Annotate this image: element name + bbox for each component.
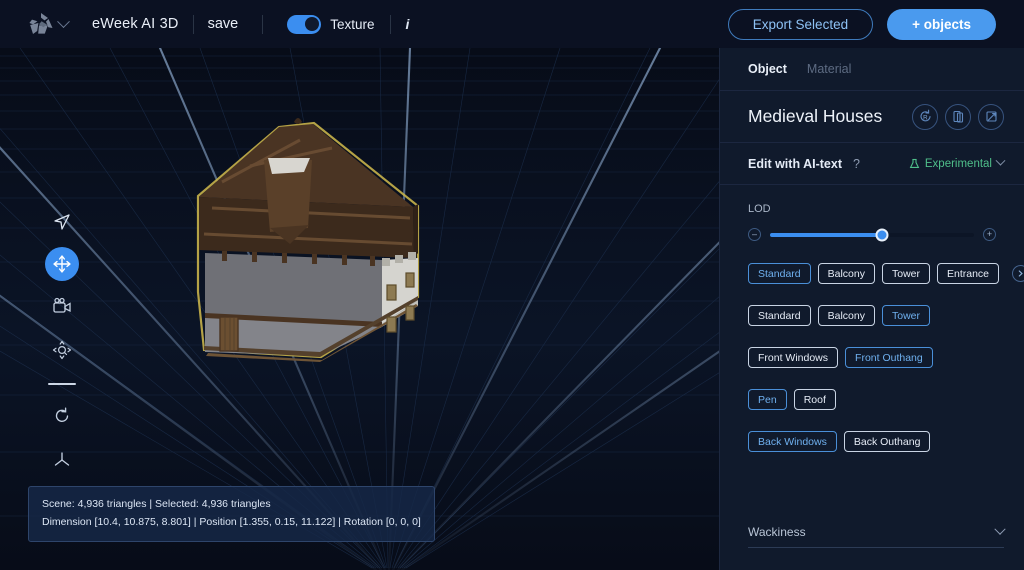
option-button[interactable]: Roof (793, 389, 836, 410)
lod-section: LOD – + (720, 185, 1024, 241)
texture-label: Texture (330, 16, 375, 32)
option-button[interactable]: Standard (748, 305, 811, 326)
rotate-tool-icon[interactable] (43, 397, 81, 435)
object-properties-panel: Object Material Medieval Houses R Edit w… (719, 48, 1024, 570)
minus-icon[interactable]: – (748, 228, 761, 241)
medieval-house-model[interactable] (182, 110, 442, 410)
add-objects-button[interactable]: + objects (887, 8, 996, 40)
flask-icon (909, 158, 920, 168)
top-bar: eWeek AI 3D save Texture i Export Select… (0, 0, 1024, 48)
chevron-down-icon (994, 523, 1006, 535)
tab-material[interactable]: Material (807, 62, 851, 76)
option-button[interactable]: Tower (881, 305, 930, 326)
status-line-triangles: Scene: 4,936 triangles | Selected: 4,936… (42, 498, 271, 511)
front-detail-row: Front Windows Front Outhang (748, 347, 1008, 368)
panel-tabs: Object Material (720, 48, 1024, 91)
reset-rotation-icon[interactable]: R (912, 103, 938, 130)
scale-tool-icon[interactable] (43, 331, 81, 369)
toolbar-divider (48, 383, 76, 385)
chevron-down-icon (995, 155, 1006, 166)
move-tool-icon[interactable] (45, 247, 79, 281)
ai-edit-row: Edit with AI-text ? Experimental (720, 143, 1024, 185)
experimental-dropdown[interactable]: Experimental (909, 155, 1006, 170)
chevron-right-circle-icon[interactable] (1012, 265, 1024, 282)
option-button[interactable]: Back Windows (748, 431, 837, 452)
lod-slider-track[interactable] (770, 228, 974, 241)
chevron-down-icon (57, 14, 70, 28)
page-title: Medieval Houses (748, 106, 883, 126)
lod-slider-handle[interactable] (875, 228, 889, 241)
duplicate-icon[interactable] (945, 103, 971, 130)
option-button[interactable]: Pen (748, 389, 787, 410)
viewport-toolbar (42, 203, 82, 485)
option-button[interactable]: Tower (881, 263, 930, 284)
texture-toggle[interactable] (287, 14, 322, 34)
option-button[interactable]: Front Outhang (845, 347, 933, 368)
recycle-logo-icon (29, 13, 53, 34)
toggle-knob (304, 17, 319, 31)
camera-tool-icon[interactable] (43, 287, 81, 325)
ai-edit-label: Edit with AI-text (748, 156, 842, 171)
wackiness-label: Wackiness (748, 525, 806, 539)
save-button[interactable]: save (208, 16, 239, 32)
option-button[interactable]: Front Windows (748, 347, 839, 368)
divider (192, 14, 194, 34)
option-button-rows: Standard Balcony Tower Entrance Standard Balc… (720, 241, 1024, 452)
option-button[interactable]: Balcony (817, 305, 875, 326)
body-style-row: Standard Balcony Tower Entrance (748, 263, 1024, 284)
lod-slider-fill (770, 232, 883, 237)
divider (390, 14, 392, 34)
lod-label: LOD (748, 203, 771, 215)
info-button[interactable]: i (405, 16, 409, 32)
experimental-label: Experimental (924, 157, 992, 170)
transform-icon[interactable] (978, 103, 1004, 130)
ai-help-icon[interactable]: ? (853, 157, 860, 171)
roof-style-row: Standard Balcony Tower (748, 305, 1008, 326)
3d-viewport[interactable]: Scene: 4,936 triangles | Selected: 4,936… (0, 48, 719, 570)
material-detail-row: Pen Roof (748, 389, 1008, 410)
select-cursor-icon[interactable] (43, 203, 81, 241)
app-root: eWeek AI 3D save Texture i Export Select… (0, 0, 1024, 570)
option-button[interactable]: Standard (748, 263, 811, 284)
divider (262, 14, 264, 34)
scene-status-overlay: Scene: 4,936 triangles | Selected: 4,936… (28, 486, 435, 542)
wackiness-dropdown[interactable]: Wackiness (748, 523, 1006, 548)
option-button[interactable]: Balcony (817, 263, 875, 284)
svg-text:R: R (923, 114, 928, 121)
option-button[interactable]: Entrance (937, 263, 1000, 284)
tab-object[interactable]: Object (748, 62, 787, 76)
export-selected-button[interactable]: Export Selected (727, 8, 874, 40)
app-logo[interactable] (28, 12, 70, 36)
brand-title: eWeek AI 3D (92, 16, 179, 32)
plus-icon[interactable]: + (983, 228, 996, 241)
axis-gizmo-icon[interactable] (43, 441, 81, 479)
panel-title-row: Medieval Houses R (720, 91, 1024, 143)
back-detail-row: Back Windows Back Outhang (748, 431, 1008, 452)
status-line-transform: Dimension [10.4, 10.875, 8.801] | Positi… (42, 515, 421, 528)
option-button[interactable]: Back Outhang (843, 431, 931, 452)
